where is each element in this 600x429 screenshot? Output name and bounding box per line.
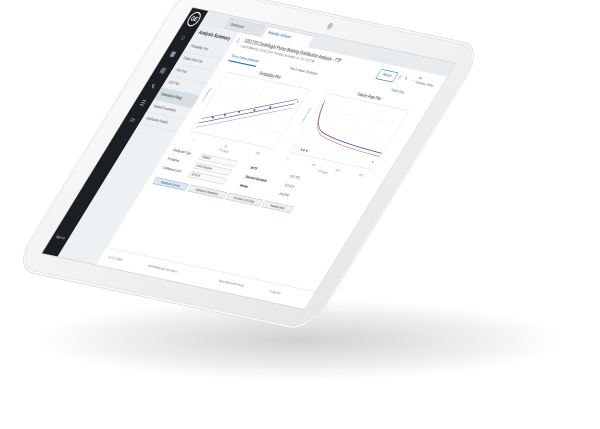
x-tick: 1000 xyxy=(334,168,341,173)
mttf-value: 260.7553 xyxy=(288,174,301,181)
goodness-of-fit-button[interactable]: Goodness of Fit Tests xyxy=(225,192,263,207)
x-tick: 0 xyxy=(285,158,289,162)
std-dev-label: Standard Deviation xyxy=(244,175,268,184)
scene: GE ⌂ ▦ ▤ ✎ ☰ ▭ Sign out Dashboard Reliab… xyxy=(0,0,600,429)
x-tick: 1000 xyxy=(254,151,261,156)
subtab-failure-data[interactable]: Failure Data xyxy=(389,86,406,96)
footer-id: CL0987654 xyxy=(268,290,282,296)
footer-version: 2.4.0.1.178309 xyxy=(106,255,123,262)
x-tick: 500 xyxy=(310,163,316,168)
x-tick: 100 xyxy=(223,144,229,149)
x-tick: 1500 xyxy=(357,173,364,178)
plot-area xyxy=(290,92,410,171)
distribution-parameters-button[interactable]: Distribution Parameters xyxy=(186,184,227,199)
signout-button[interactable]: Sign out xyxy=(53,235,67,241)
nav-title: Analysis Summary xyxy=(197,29,233,42)
tablet-frame: GE ⌂ ▦ ▤ ✎ ☰ ▭ Sign out Dashboard Reliab… xyxy=(11,0,486,333)
camera-icon xyxy=(326,22,335,30)
dist-type-label: Distribution Type xyxy=(172,148,192,156)
analysis-dates-button[interactable]: Analysis Dates xyxy=(261,200,295,214)
median-label: Median xyxy=(238,184,249,190)
x-tick: 1 xyxy=(191,138,196,142)
distribution-options-button[interactable]: Distribution Options xyxy=(152,177,189,191)
median-value: 198.5540 xyxy=(277,192,290,198)
fit-method-label: Fit Method xyxy=(166,157,180,164)
tablet-screen: GE ⌂ ▦ ▤ ✎ ☰ ▭ Sign out Dashboard Reliab… xyxy=(41,7,457,310)
footer-host: apmreliability.apm.ge.predix.io xyxy=(147,264,179,274)
footer: 2.4.0.1.178309 apmreliability.apm.ge.pre… xyxy=(96,247,316,309)
document-icon: ▯ xyxy=(235,37,241,44)
report-button[interactable]: Report xyxy=(375,68,399,83)
footer-user: Jarrett Mills-Admin-Testing xyxy=(217,279,245,288)
distribution-subtabs: Time to Failure Distribution Time to Rep… xyxy=(227,52,405,95)
mttf-label: MTTF xyxy=(249,166,258,172)
tablet: GE ⌂ ▦ ▤ ✎ ☰ ▭ Sign out Dashboard Reliab… xyxy=(11,0,486,333)
confidence-label: Confidence Level xyxy=(161,166,182,174)
std-dev-value: 312.4216 xyxy=(283,183,296,189)
plot-area xyxy=(190,71,310,150)
site-info: Site Hideaway_Testing xyxy=(414,76,437,88)
